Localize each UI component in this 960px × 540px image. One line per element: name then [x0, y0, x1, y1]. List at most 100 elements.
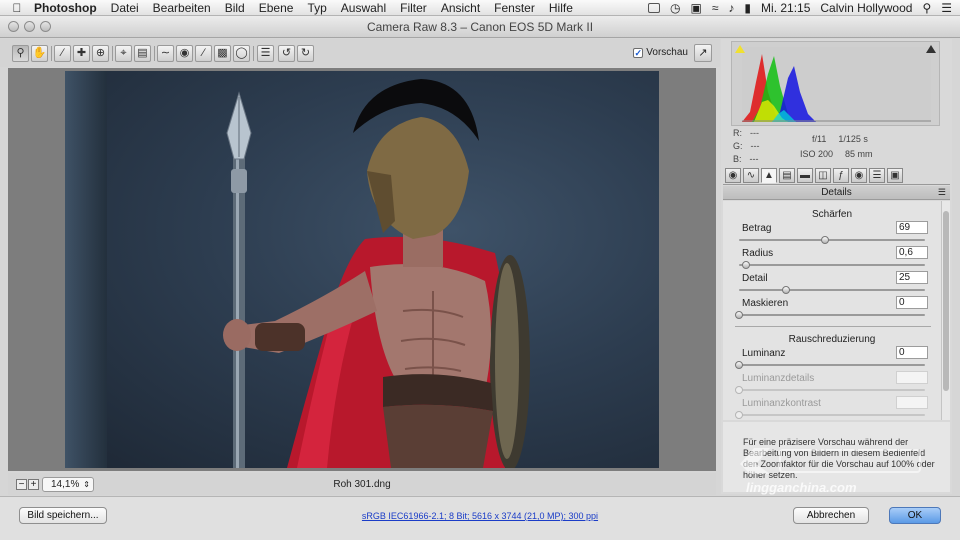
red-eye-icon[interactable]: ◉	[176, 45, 193, 62]
white-balance-icon[interactable]: ∕	[54, 45, 71, 62]
menu-filter[interactable]: Filter	[400, 1, 427, 15]
tab-hsl-icon[interactable]: ▤	[779, 168, 795, 183]
hand-icon[interactable]: ✋	[31, 45, 48, 62]
volume-icon[interactable]: ♪	[728, 1, 734, 15]
adjustment-brush-icon[interactable]: ∕	[195, 45, 212, 62]
window-title-bar: Camera Raw 8.3 – Canon EOS 5D Mark II	[0, 16, 960, 38]
slider-luminanzkontrast: Luminanzkontrast	[735, 396, 928, 420]
adjustment-panel: R: --- G: --- B: --- f/11 1/125 s ISO 20…	[721, 39, 952, 494]
slider-knob[interactable]	[735, 361, 743, 369]
slider-value-field[interactable]: 69	[896, 221, 928, 234]
menu-auswahl[interactable]: Auswahl	[341, 1, 386, 15]
slider-label: Luminanzdetails	[742, 373, 815, 384]
slider-value-field[interactable]: 25	[896, 271, 928, 284]
crop-icon[interactable]: ⌖	[115, 45, 132, 62]
preview-checkbox[interactable]: ✓	[633, 47, 644, 58]
menu-datei[interactable]: Datei	[111, 1, 139, 15]
color-sampler-icon[interactable]: ✚	[73, 45, 90, 62]
slider-track[interactable]	[739, 289, 925, 291]
slider-knob	[735, 411, 743, 419]
straighten-icon[interactable]: ▤	[134, 45, 151, 62]
slider-knob[interactable]	[735, 311, 743, 319]
rotate-right-icon[interactable]: ↻	[297, 45, 314, 62]
slider-knob[interactable]	[742, 261, 751, 269]
r-label: R:	[733, 128, 742, 138]
zoom-icon[interactable]: ⚲	[12, 45, 29, 62]
battery-icon[interactable]: ▮	[744, 1, 751, 15]
slider-luminanzdetails: Luminanzdetails	[735, 371, 928, 397]
histogram	[731, 41, 940, 126]
shadow-clipping-warning-icon[interactable]	[735, 45, 745, 53]
apple-menu-icon[interactable]: 	[0, 1, 34, 15]
preview-image[interactable]	[65, 71, 659, 468]
ok-button[interactable]: OK	[889, 507, 941, 524]
tab-basic-icon[interactable]: ◉	[725, 168, 741, 183]
histogram-graph	[742, 47, 931, 122]
slider-maskieren: Maskieren 0	[735, 296, 928, 322]
readout-g: G: ---	[733, 141, 760, 151]
slider-knob[interactable]	[820, 236, 829, 244]
radial-filter-icon[interactable]: ◯	[233, 45, 250, 62]
panel-scrollbar[interactable]	[941, 201, 950, 420]
tab-snapshots-icon[interactable]: ▣	[887, 168, 903, 183]
app-menu[interactable]: Photoshop	[34, 1, 97, 15]
g-value: ---	[750, 141, 760, 151]
clock[interactable]: Mi. 21:15	[761, 1, 810, 15]
file-name: Roh 301.dng	[333, 479, 391, 490]
panel-tabs: ◉ ∿ ▲ ▤ ▬ ◫ ƒ ◉ ☰ ▣	[723, 167, 950, 185]
slider-track[interactable]	[739, 239, 925, 241]
spotlight-icon[interactable]: ⚲	[922, 1, 931, 15]
menu-bearbeiten[interactable]: Bearbeiten	[153, 1, 211, 15]
exposure-info: f/11 1/125 s	[812, 134, 868, 144]
slider-value-field	[896, 396, 928, 409]
menu-ansicht[interactable]: Ansicht	[441, 1, 480, 15]
iso: ISO 200	[800, 149, 834, 159]
menu-ebene[interactable]: Ebene	[259, 1, 294, 15]
user-name[interactable]: Calvin Hollywood	[820, 1, 912, 15]
display-icon[interactable]: ▣	[690, 1, 701, 15]
dialog-footer: Bild speichern... sRGB IEC61966-2.1; 8 B…	[0, 496, 960, 540]
tab-fx-icon[interactable]: ƒ	[833, 168, 849, 183]
menu-extras: ◷ ▣ ≈ ♪ ▮ Mi. 21:15 Calvin Hollywood ⚲ ☰	[648, 0, 952, 16]
preferences-icon[interactable]: ☰	[257, 45, 274, 62]
spot-removal-icon[interactable]: ∼	[157, 45, 174, 62]
tab-detail-icon[interactable]: ▲	[761, 168, 777, 183]
slider-value-field[interactable]: 0	[896, 346, 928, 359]
slider-track[interactable]	[739, 364, 925, 366]
tab-lens-icon[interactable]: ◫	[815, 168, 831, 183]
preview-toggle[interactable]: ✓ Vorschau	[633, 47, 688, 58]
fullscreen-icon[interactable]: ↗	[694, 44, 712, 62]
tab-split-toning-icon[interactable]: ▬	[797, 168, 813, 183]
menu-hilfe[interactable]: Hilfe	[549, 1, 573, 15]
panel-header: Details ☰	[723, 186, 950, 200]
slider-value-field[interactable]: 0,6	[896, 246, 928, 259]
rotate-left-icon[interactable]: ↺	[278, 45, 295, 62]
slider-value-field[interactable]: 0	[896, 296, 928, 309]
tab-tone-curve-icon[interactable]: ∿	[743, 168, 759, 183]
graduated-filter-icon[interactable]: ▩	[214, 45, 231, 62]
tab-presets-icon[interactable]: ☰	[869, 168, 885, 183]
detail-panel: Schärfen Betrag 69 Radius 0,6 Detail 25 …	[723, 201, 941, 420]
scrollbar-thumb[interactable]	[943, 211, 949, 391]
panel-menu-icon[interactable]: ☰	[938, 186, 946, 199]
slider-knob[interactable]	[781, 286, 790, 294]
menu-bild[interactable]: Bild	[225, 1, 245, 15]
menu-typ[interactable]: Typ	[307, 1, 326, 15]
wifi-icon[interactable]: ≈	[712, 1, 719, 15]
shutter-speed: 1/125 s	[838, 134, 868, 144]
highlight-clipping-warning-icon[interactable]	[926, 45, 936, 53]
cancel-button[interactable]: Abbrechen	[793, 507, 869, 524]
target-adjust-icon[interactable]: ⊕	[92, 45, 109, 62]
aperture: f/11	[812, 134, 827, 144]
photoshop-status-icon[interactable]	[648, 3, 660, 13]
image-canvas[interactable]	[8, 68, 716, 471]
time-machine-icon[interactable]: ◷	[670, 1, 680, 15]
tab-camera-calibration-icon[interactable]: ◉	[851, 168, 867, 183]
menu-fenster[interactable]: Fenster	[494, 1, 535, 15]
slider-track[interactable]	[739, 264, 925, 266]
panel-title: Details	[821, 187, 852, 198]
slider-knob	[735, 386, 743, 394]
b-label: B:	[733, 154, 742, 164]
notification-center-icon[interactable]: ☰	[941, 1, 952, 15]
slider-track[interactable]	[739, 314, 925, 316]
